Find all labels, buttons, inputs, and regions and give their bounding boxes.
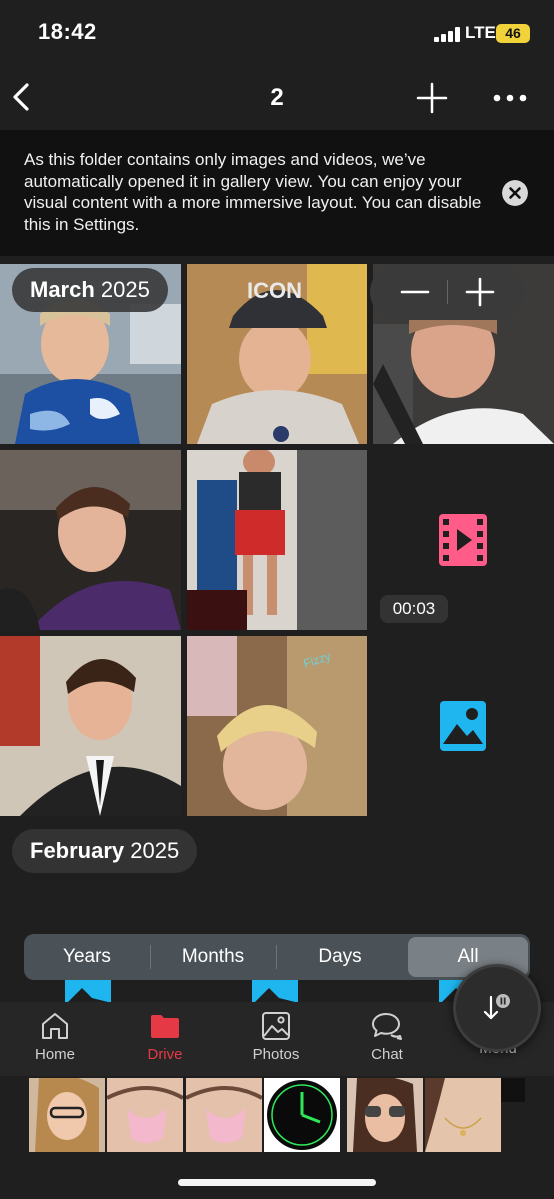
home-icon xyxy=(42,1013,68,1039)
add-icon[interactable] xyxy=(415,81,449,115)
photo-thumbnail[interactable] xyxy=(0,636,181,816)
zoom-in-icon[interactable] xyxy=(462,274,498,310)
ad-image xyxy=(264,1078,340,1152)
photo-thumbnail[interactable] xyxy=(0,450,181,630)
download-paused-icon xyxy=(483,994,510,1020)
close-banner-icon[interactable] xyxy=(502,180,528,206)
section-month: March xyxy=(30,277,95,302)
transfers-button[interactable] xyxy=(453,964,541,1052)
ad-close-area[interactable] xyxy=(501,1078,525,1102)
zoom-divider xyxy=(447,280,448,304)
more-options-icon[interactable] xyxy=(492,91,528,105)
tab-chat[interactable]: Chat xyxy=(347,1010,427,1063)
nav-bar: 2 xyxy=(0,64,554,130)
section-year: 2025 xyxy=(130,838,180,863)
zoom-out-icon[interactable] xyxy=(397,274,433,310)
chat-icon xyxy=(372,1013,402,1040)
network-label: LTE xyxy=(465,23,496,42)
gallery-view-banner: As this folder contains only images and … xyxy=(0,130,554,256)
folder-icon xyxy=(151,1015,179,1038)
view-mode-years[interactable]: Years xyxy=(27,937,147,977)
photo-thumbnail[interactable]: Fizzy xyxy=(187,636,367,816)
tab-label: Drive xyxy=(147,1046,183,1063)
video-duration-badge: 00:03 xyxy=(380,595,448,623)
image-placeholder[interactable] xyxy=(373,636,554,816)
section-header-february: February 2025 xyxy=(12,829,198,873)
status-bar: 18:42 LTE 46 xyxy=(0,0,554,64)
ad-image xyxy=(29,1078,105,1152)
ad-image xyxy=(425,1078,501,1152)
folder-title: 2 xyxy=(270,84,284,111)
ad-image xyxy=(186,1078,262,1152)
signal-icon xyxy=(434,27,460,42)
ad-banner[interactable] xyxy=(0,1076,554,1156)
tab-home[interactable]: Home xyxy=(15,1010,95,1063)
section-header-march: March 2025 xyxy=(12,268,168,312)
tab-photos[interactable]: Photos xyxy=(236,1010,316,1063)
svg-text:ICON: ICON xyxy=(247,278,302,303)
photo-thumbnail[interactable]: ICON xyxy=(187,264,367,444)
banner-message: As this folder contains only images and … xyxy=(24,150,482,234)
tab-label: Photos xyxy=(252,1046,300,1063)
tab-label: Chat xyxy=(371,1046,403,1063)
home-indicator xyxy=(178,1179,376,1186)
section-year: 2025 xyxy=(100,277,150,302)
view-mode-days[interactable]: Days xyxy=(280,937,400,977)
battery-icon: 46 xyxy=(496,24,530,43)
zoom-control xyxy=(370,264,524,320)
view-mode-months[interactable]: Months xyxy=(153,937,273,977)
image-file-icon xyxy=(252,980,298,1002)
image-file-icon xyxy=(65,980,111,1002)
tab-label: Home xyxy=(34,1046,75,1063)
photo-thumbnail[interactable] xyxy=(187,450,367,630)
segment-divider xyxy=(150,945,151,969)
ad-image xyxy=(107,1078,183,1152)
status-time: 18:42 xyxy=(38,19,97,44)
video-file-icon xyxy=(439,514,487,566)
section-month: February xyxy=(30,838,125,863)
ad-image xyxy=(347,1078,423,1152)
segment-divider xyxy=(276,945,277,969)
photos-icon xyxy=(262,1012,290,1040)
tab-drive[interactable]: Drive xyxy=(125,1010,205,1063)
back-arrow-icon[interactable] xyxy=(10,80,34,114)
image-file-icon xyxy=(440,701,486,751)
view-mode-selector: Years Months Days All xyxy=(24,934,530,980)
